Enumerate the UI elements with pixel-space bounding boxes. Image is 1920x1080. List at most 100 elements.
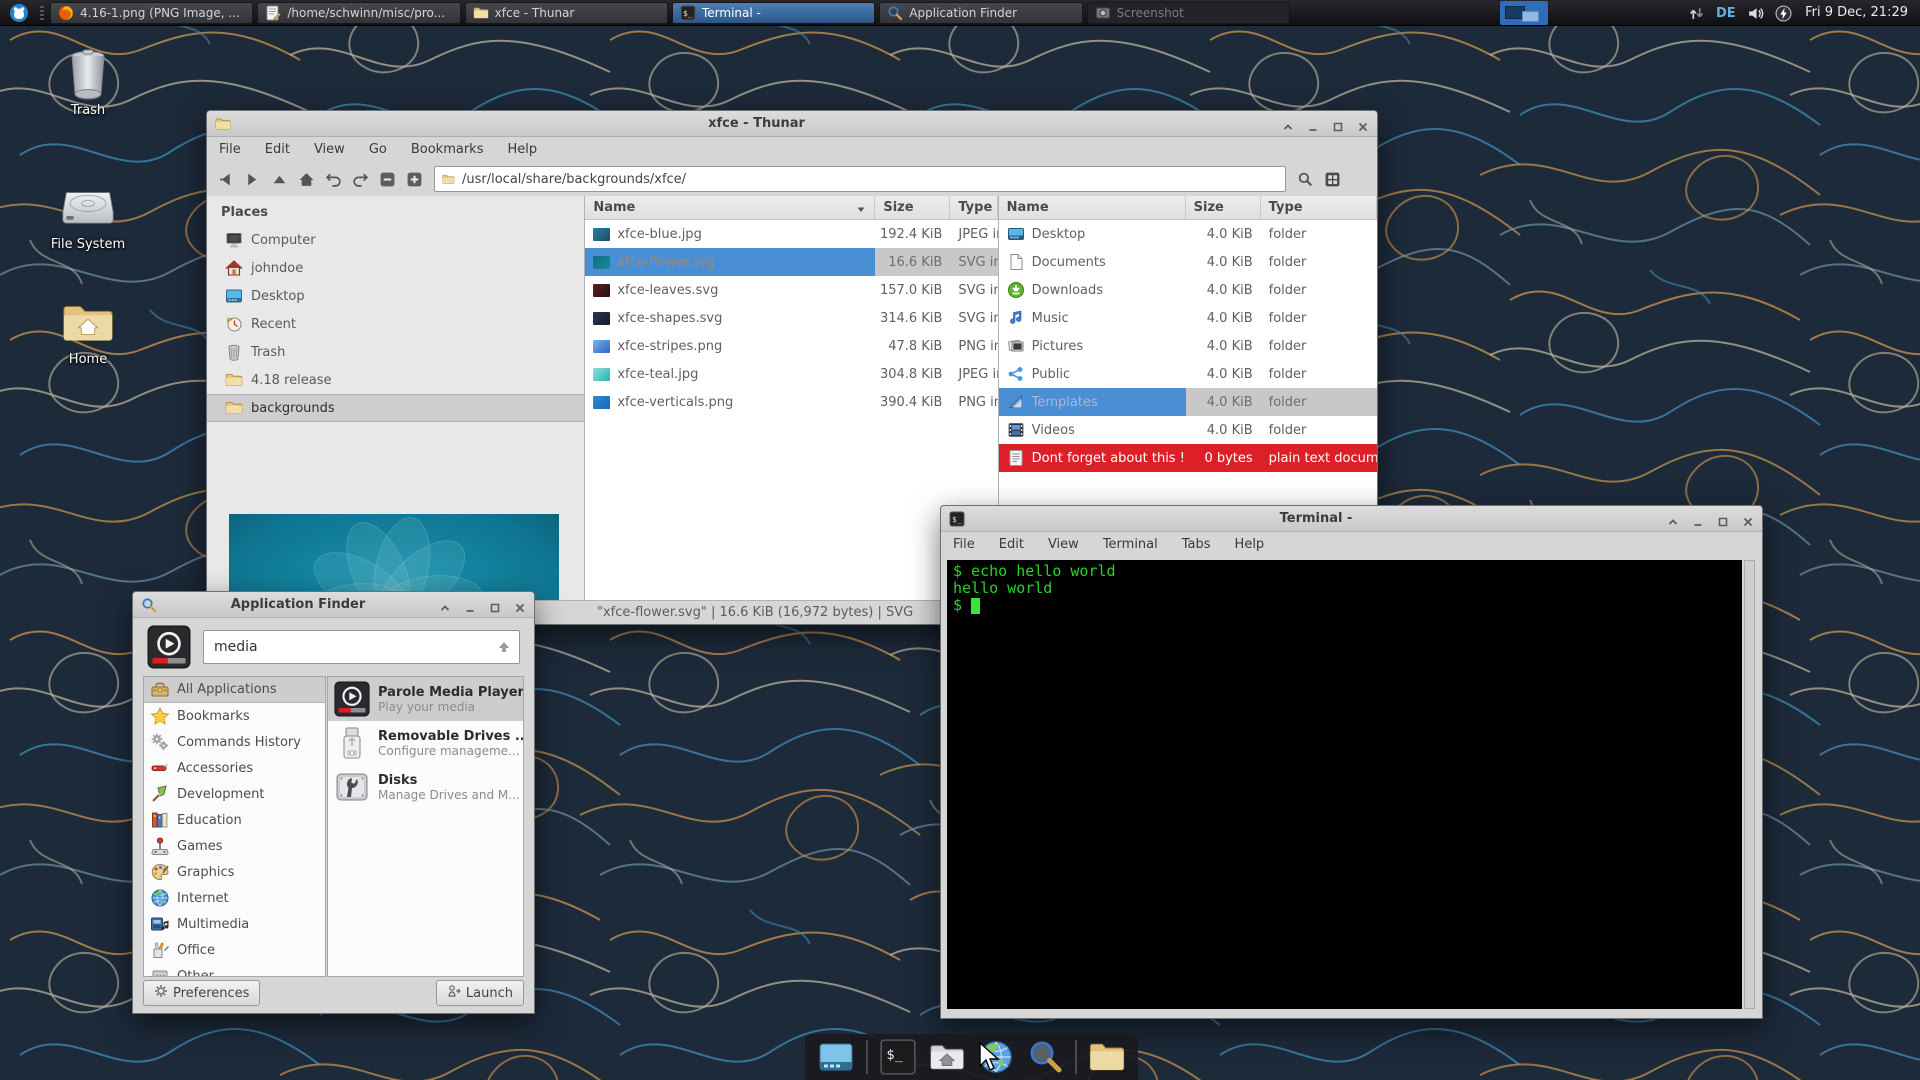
toolbar-zoom-out-button[interactable] (374, 166, 401, 192)
file-row[interactable]: Templates 4.0 KiB folder (998, 388, 1377, 416)
desktop-icon-trash[interactable]: Trash (30, 46, 146, 118)
result-disks[interactable]: Disks Manage Drives and M... (328, 765, 523, 809)
column-header-size[interactable]: Size (875, 196, 951, 219)
appfinder-minimize-button[interactable] (464, 599, 476, 612)
terminal-maximize-button[interactable] (1717, 513, 1729, 526)
taskbar-item-6[interactable]: Screenshot (1086, 2, 1290, 24)
column-header-type[interactable]: Type (1261, 196, 1377, 219)
toolbar-zoom-in-button[interactable] (401, 166, 428, 192)
column-header-name[interactable]: Name (999, 196, 1186, 219)
taskbar-item-1[interactable]: 4.16-1.png (PNG Image, ... (50, 2, 254, 24)
file-row[interactable]: xfce-teal.jpg 304.8 KiB JPEG image (585, 360, 998, 388)
file-row[interactable]: Documents 4.0 KiB folder (999, 248, 1377, 276)
power-icon[interactable] (1775, 4, 1792, 22)
thunar-maximize-button[interactable] (1332, 118, 1344, 131)
thunar-menu-help[interactable]: Help (507, 142, 537, 157)
category-bookmarks[interactable]: Bookmarks (144, 703, 325, 729)
thunar-path-field[interactable]: /usr/local/share/backgrounds/xfce/ (434, 166, 1286, 192)
taskbar-item-4[interactable]: $_ Terminal - (671, 2, 876, 24)
collapse-arrow-icon[interactable] (496, 639, 512, 655)
place-computer[interactable]: Computer (207, 226, 584, 254)
dock-item-terminal[interactable]: $_ (879, 1038, 917, 1076)
taskbar-item-5[interactable]: Application Finder (879, 2, 1083, 24)
terminal-menu-view[interactable]: View (1048, 537, 1079, 552)
toolbar-home-button[interactable] (293, 166, 320, 192)
place-4-18-release[interactable]: 4.18 release (207, 366, 584, 394)
panel-grip[interactable] (40, 6, 44, 20)
toolbar-toggle-view-button[interactable] (1319, 166, 1346, 192)
toolbar-search-button[interactable] (1292, 166, 1319, 192)
preferences-button[interactable]: Preferences (143, 980, 261, 1006)
category-other[interactable]: Other (144, 963, 325, 976)
place-desktop[interactable]: Desktop (207, 282, 584, 310)
thunar-menu-edit[interactable]: Edit (265, 142, 290, 157)
column-header-size[interactable]: Size (1186, 196, 1261, 219)
keyboard-layout-indicator[interactable]: DE (1716, 6, 1736, 21)
toolbar-forward-button[interactable] (239, 166, 266, 192)
result-removable-drives-[interactable]: Removable Drives ... Configure manageme..… (328, 721, 523, 765)
thunar-menu-file[interactable]: File (219, 142, 241, 157)
workspace-pager[interactable] (1500, 1, 1548, 25)
place-trash[interactable]: Trash (207, 338, 584, 366)
taskbar-item-2[interactable]: /home/schwinn/misc/pro... (257, 2, 461, 24)
toolbar-back-button[interactable] (212, 166, 239, 192)
dock-item-show-desktop[interactable] (817, 1038, 855, 1076)
launch-button[interactable]: Launch (435, 980, 524, 1006)
file-row[interactable]: xfce-verticals.png 390.4 KiB PNG image (585, 388, 998, 416)
place-backgrounds[interactable]: backgrounds (207, 394, 585, 422)
file-row[interactable]: Music 4.0 KiB folder (999, 304, 1377, 332)
file-row[interactable]: Downloads 4.0 KiB folder (999, 276, 1377, 304)
category-multimedia[interactable]: Multimedia (144, 911, 325, 937)
file-row[interactable]: Videos 4.0 KiB folder (999, 416, 1377, 444)
terminal-menu-file[interactable]: File (953, 537, 975, 552)
category-all-applications[interactable]: All Applications (144, 677, 325, 703)
file-row[interactable]: xfce-blue.jpg 192.4 KiB JPEG image (585, 220, 998, 248)
file-row[interactable]: xfce-stripes.png 47.8 KiB PNG image (585, 332, 998, 360)
category-accessories[interactable]: Accessories (144, 755, 325, 781)
appfinder-maximize-button[interactable] (489, 599, 501, 612)
column-header-type[interactable]: Type (950, 196, 998, 219)
toolbar-up-button[interactable] (266, 166, 293, 192)
terminal-menu-terminal[interactable]: Terminal (1103, 537, 1158, 552)
file-row[interactable]: Desktop 4.0 KiB folder (999, 220, 1377, 248)
category-education[interactable]: Education (144, 807, 325, 833)
toolbar-redo-button[interactable] (347, 166, 374, 192)
dock-item-home-folder[interactable] (928, 1038, 966, 1076)
result-parole-media-player[interactable]: Parole Media Player Play your media (328, 677, 523, 721)
terminal-menu-tabs[interactable]: Tabs (1182, 537, 1211, 552)
category-office[interactable]: Office (144, 937, 325, 963)
file-row[interactable]: Dont forget about this ! 0 bytes plain tex… (998, 444, 1377, 472)
place-johndoe[interactable]: johndoe (207, 254, 584, 282)
appfinder-close-button[interactable] (514, 599, 526, 612)
file-row[interactable]: xfce-flower.svg 16.6 KiBSVG image (585, 248, 998, 276)
appfinder-shade-button[interactable] (439, 599, 451, 611)
category-commands-history[interactable]: Commands History (144, 729, 325, 755)
file-row[interactable]: xfce-leaves.svg 157.0 KiB SVG image (585, 276, 998, 304)
terminal-content[interactable]: $ echo hello world hello world $ (947, 560, 1742, 1009)
file-row[interactable]: xfce-shapes.svg 314.6 KiB SVG image (585, 304, 998, 332)
place-recent[interactable]: Recent (207, 310, 584, 338)
category-games[interactable]: Games (144, 833, 325, 859)
category-internet[interactable]: Internet (144, 885, 325, 911)
thunar-minimize-button[interactable] (1307, 118, 1319, 131)
network-arrows-icon[interactable] (1688, 5, 1705, 22)
column-header-name[interactable]: Name (585, 196, 876, 219)
appfinder-search-input[interactable] (203, 630, 520, 664)
terminal-scrollbar[interactable] (1744, 560, 1755, 1009)
file-row[interactable]: Public 4.0 KiB folder (999, 360, 1377, 388)
terminal-shade-button[interactable] (1667, 513, 1679, 525)
dock-item-application-finder[interactable] (1026, 1038, 1064, 1076)
desktop-icon-filesystem[interactable]: File System (30, 180, 146, 252)
file-row[interactable]: Pictures 4.0 KiB folder (999, 332, 1377, 360)
terminal-close-button[interactable] (1742, 513, 1754, 526)
desktop-icon-home[interactable]: Home (30, 295, 146, 367)
dock-item-file-manager[interactable] (1088, 1038, 1126, 1076)
thunar-menu-go[interactable]: Go (369, 142, 387, 157)
category-development[interactable]: Development (144, 781, 325, 807)
thunar-menu-view[interactable]: View (314, 142, 345, 157)
category-graphics[interactable]: Graphics (144, 859, 325, 885)
panel-clock[interactable]: Fri 9 Dec, 21:29 (1805, 0, 1908, 26)
volume-icon[interactable] (1747, 5, 1764, 22)
appfinder-titlebar[interactable]: Application Finder (133, 592, 534, 618)
applications-menu-button[interactable] (2, 1, 36, 25)
